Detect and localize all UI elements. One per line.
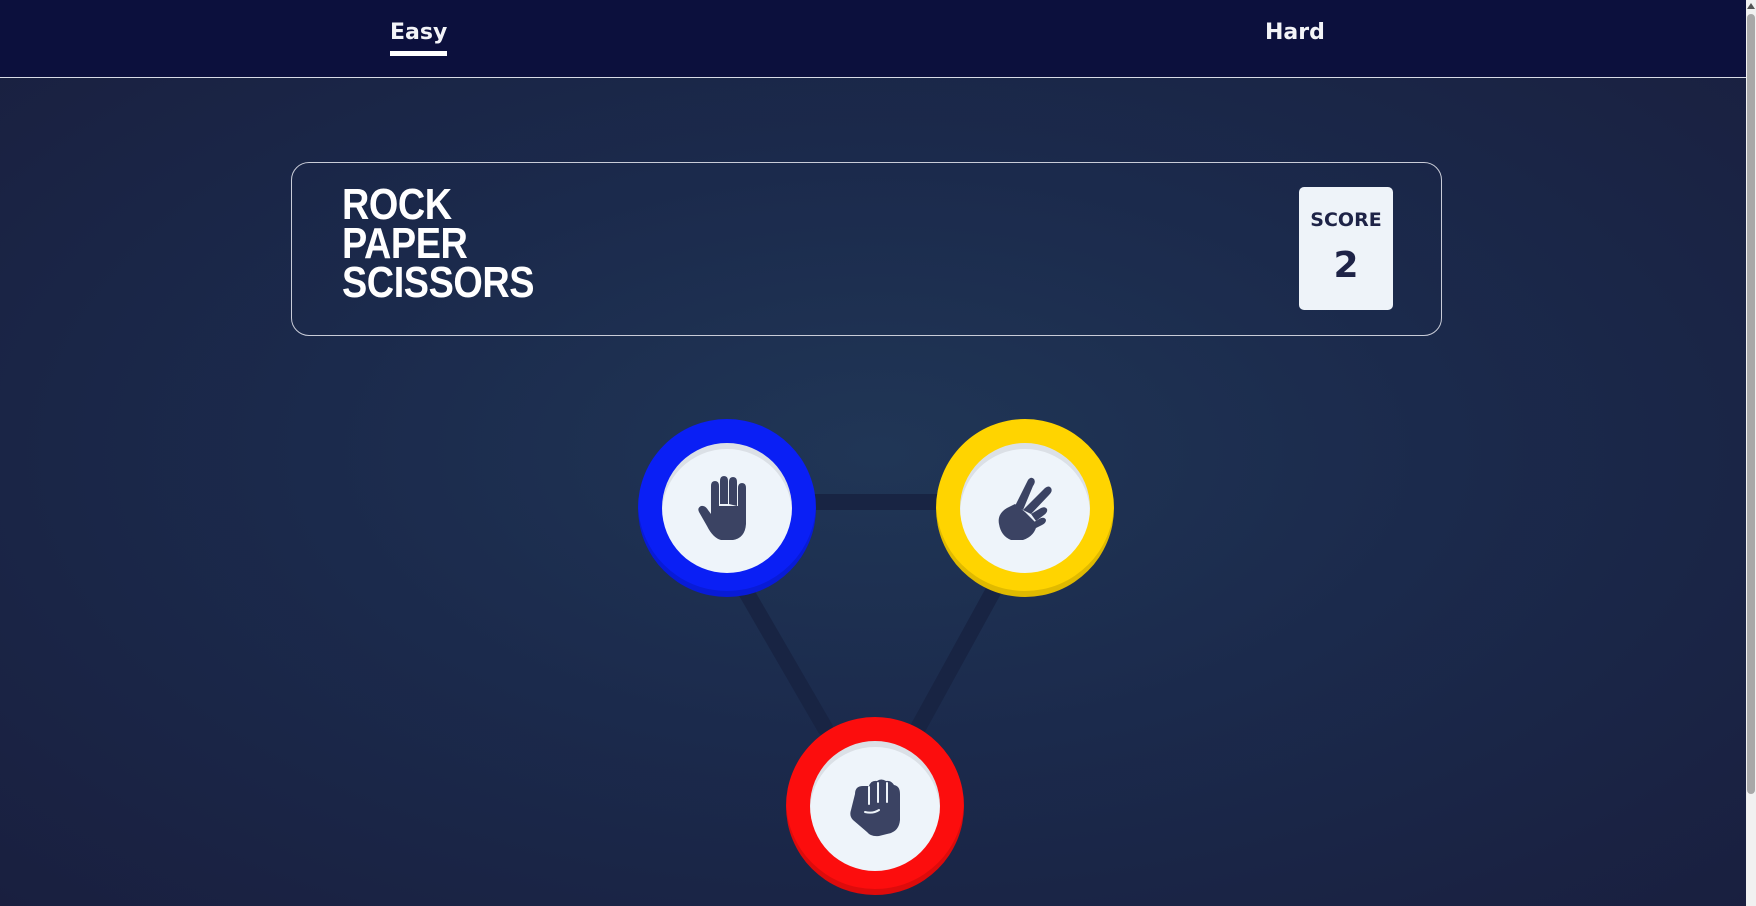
scissors-choice-face [960,443,1090,573]
vertical-scrollbar[interactable] [1746,0,1756,906]
paper-choice-button[interactable] [638,419,816,597]
score-card: SCORE 2 [1299,187,1393,310]
score-label: SCORE [1310,209,1382,231]
game-header: ROCK PAPER SCISSORS SCORE 2 [291,162,1442,336]
scroll-up-arrow-icon[interactable] [1747,3,1755,9]
scissors-hand-icon [998,477,1052,540]
scissors-choice-button[interactable] [936,419,1114,597]
difficulty-nav: Easy Hard [0,0,1746,78]
scrollbar-thumb[interactable] [1747,14,1755,794]
game-title: ROCK PAPER SCISSORS [342,183,535,307]
title-line-scissors: SCISSORS [342,258,535,307]
rock-choice-face [810,741,940,871]
rock-fist-icon [850,779,900,837]
paper-hand-icon [698,476,746,540]
score-value: 2 [1333,245,1359,286]
rock-choice-button[interactable] [786,717,964,895]
tab-easy[interactable]: Easy [390,20,448,56]
tab-hard[interactable]: Hard [1265,20,1325,51]
paper-choice-face [662,443,792,573]
